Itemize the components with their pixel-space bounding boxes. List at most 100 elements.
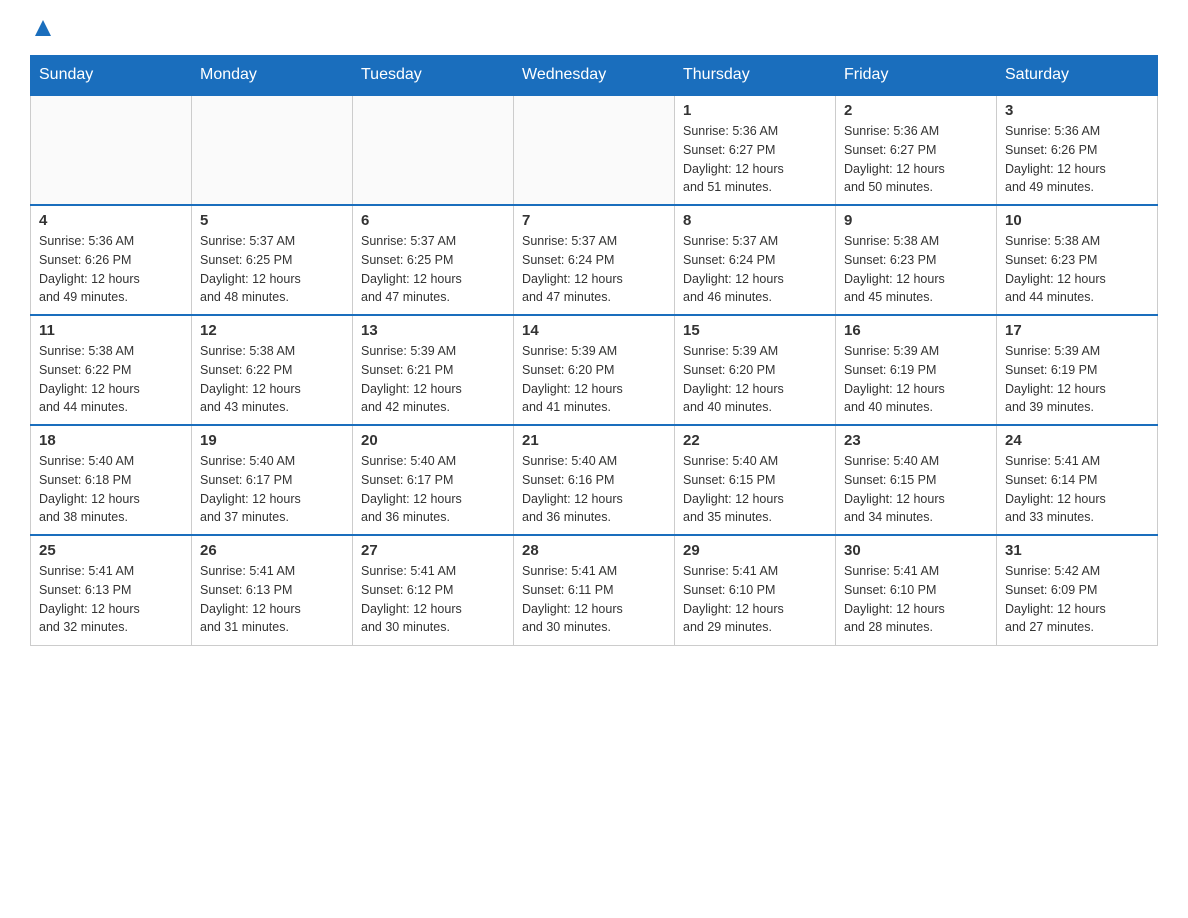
day-info: Sunrise: 5:37 AM Sunset: 6:24 PM Dayligh…	[683, 232, 827, 307]
calendar-cell: 10 Sunrise: 5:38 AM Sunset: 6:23 PM Dayli…	[997, 205, 1158, 315]
day-info: Sunrise: 5:40 AM Sunset: 6:15 PM Dayligh…	[683, 452, 827, 527]
logo-triangle-icon	[33, 18, 53, 43]
calendar-header-saturday: Saturday	[997, 56, 1158, 96]
day-info: Sunrise: 5:37 AM Sunset: 6:24 PM Dayligh…	[522, 232, 666, 307]
day-number: 27	[361, 542, 505, 559]
day-number: 25	[39, 542, 183, 559]
day-number: 24	[1005, 432, 1149, 449]
day-info: Sunrise: 5:42 AM Sunset: 6:09 PM Dayligh…	[1005, 562, 1149, 637]
day-info: Sunrise: 5:36 AM Sunset: 6:26 PM Dayligh…	[39, 232, 183, 307]
day-info: Sunrise: 5:40 AM Sunset: 6:16 PM Dayligh…	[522, 452, 666, 527]
calendar-week-row: 11 Sunrise: 5:38 AM Sunset: 6:22 PM Dayli…	[31, 315, 1158, 425]
day-number: 1	[683, 102, 827, 119]
day-info: Sunrise: 5:40 AM Sunset: 6:18 PM Dayligh…	[39, 452, 183, 527]
day-info: Sunrise: 5:37 AM Sunset: 6:25 PM Dayligh…	[200, 232, 344, 307]
calendar-cell: 22 Sunrise: 5:40 AM Sunset: 6:15 PM Dayli…	[675, 425, 836, 535]
calendar-header-friday: Friday	[836, 56, 997, 96]
calendar-cell: 31 Sunrise: 5:42 AM Sunset: 6:09 PM Dayli…	[997, 535, 1158, 645]
day-info: Sunrise: 5:39 AM Sunset: 6:20 PM Dayligh…	[522, 342, 666, 417]
day-number: 15	[683, 322, 827, 339]
day-number: 28	[522, 542, 666, 559]
day-info: Sunrise: 5:37 AM Sunset: 6:25 PM Dayligh…	[361, 232, 505, 307]
calendar-cell: 21Sunrise: 5:40 AM Sunset: 6:16 PM Dayli…	[514, 425, 675, 535]
day-number: 16	[844, 322, 988, 339]
calendar-cell: 7 Sunrise: 5:37 AM Sunset: 6:24 PM Daylig…	[514, 205, 675, 315]
calendar-cell: 11 Sunrise: 5:38 AM Sunset: 6:22 PM Dayli…	[31, 315, 192, 425]
day-number: 18	[39, 432, 183, 449]
day-number: 26	[200, 542, 344, 559]
calendar-cell: 30Sunrise: 5:41 AM Sunset: 6:10 PM Dayli…	[836, 535, 997, 645]
calendar-cell: 1 Sunrise: 5:36 AM Sunset: 6:27 PM Daylig…	[675, 95, 836, 205]
day-number: 13	[361, 322, 505, 339]
day-info: Sunrise: 5:41 AM Sunset: 6:10 PM Dayligh…	[844, 562, 988, 637]
day-number: 9	[844, 212, 988, 229]
calendar-week-row: 25 Sunrise: 5:41 AM Sunset: 6:13 PM Dayli…	[31, 535, 1158, 645]
day-info: Sunrise: 5:36 AM Sunset: 6:26 PM Dayligh…	[1005, 122, 1149, 197]
day-info: Sunrise: 5:40 AM Sunset: 6:15 PM Dayligh…	[844, 452, 988, 527]
day-number: 14	[522, 322, 666, 339]
page-header	[30, 20, 1158, 45]
day-info: Sunrise: 5:36 AM Sunset: 6:27 PM Dayligh…	[844, 122, 988, 197]
calendar-cell	[192, 95, 353, 205]
day-info: Sunrise: 5:41 AM Sunset: 6:12 PM Dayligh…	[361, 562, 505, 637]
day-number: 17	[1005, 322, 1149, 339]
day-info: Sunrise: 5:38 AM Sunset: 6:23 PM Dayligh…	[1005, 232, 1149, 307]
calendar-week-row: 4Sunrise: 5:36 AM Sunset: 6:26 PM Daylig…	[31, 205, 1158, 315]
calendar-header-thursday: Thursday	[675, 56, 836, 96]
calendar-cell: 9Sunrise: 5:38 AM Sunset: 6:23 PM Daylig…	[836, 205, 997, 315]
calendar-table: SundayMondayTuesdayWednesdayThursdayFrid…	[30, 55, 1158, 646]
day-number: 7	[522, 212, 666, 229]
calendar-header-wednesday: Wednesday	[514, 56, 675, 96]
day-info: Sunrise: 5:36 AM Sunset: 6:27 PM Dayligh…	[683, 122, 827, 197]
day-info: Sunrise: 5:41 AM Sunset: 6:11 PM Dayligh…	[522, 562, 666, 637]
day-number: 10	[1005, 212, 1149, 229]
day-number: 22	[683, 432, 827, 449]
day-info: Sunrise: 5:41 AM Sunset: 6:14 PM Dayligh…	[1005, 452, 1149, 527]
calendar-cell: 4Sunrise: 5:36 AM Sunset: 6:26 PM Daylig…	[31, 205, 192, 315]
day-info: Sunrise: 5:40 AM Sunset: 6:17 PM Dayligh…	[200, 452, 344, 527]
day-info: Sunrise: 5:39 AM Sunset: 6:19 PM Dayligh…	[844, 342, 988, 417]
calendar-cell: 29 Sunrise: 5:41 AM Sunset: 6:10 PM Dayli…	[675, 535, 836, 645]
day-number: 29	[683, 542, 827, 559]
day-info: Sunrise: 5:39 AM Sunset: 6:19 PM Dayligh…	[1005, 342, 1149, 417]
day-info: Sunrise: 5:41 AM Sunset: 6:13 PM Dayligh…	[39, 562, 183, 637]
calendar-cell	[514, 95, 675, 205]
calendar-week-row: 1 Sunrise: 5:36 AM Sunset: 6:27 PM Daylig…	[31, 95, 1158, 205]
logo	[30, 20, 53, 45]
day-info: Sunrise: 5:39 AM Sunset: 6:20 PM Dayligh…	[683, 342, 827, 417]
calendar-cell: 12 Sunrise: 5:38 AM Sunset: 6:22 PM Dayli…	[192, 315, 353, 425]
day-number: 31	[1005, 542, 1149, 559]
day-number: 11	[39, 322, 183, 339]
day-number: 12	[200, 322, 344, 339]
calendar-cell	[353, 95, 514, 205]
calendar-cell: 15 Sunrise: 5:39 AM Sunset: 6:20 PM Dayli…	[675, 315, 836, 425]
day-info: Sunrise: 5:39 AM Sunset: 6:21 PM Dayligh…	[361, 342, 505, 417]
calendar-header-sunday: Sunday	[31, 56, 192, 96]
calendar-cell: 13 Sunrise: 5:39 AM Sunset: 6:21 PM Dayli…	[353, 315, 514, 425]
calendar-cell: 2 Sunrise: 5:36 AM Sunset: 6:27 PM Daylig…	[836, 95, 997, 205]
day-number: 3	[1005, 102, 1149, 119]
day-number: 19	[200, 432, 344, 449]
calendar-header-tuesday: Tuesday	[353, 56, 514, 96]
day-info: Sunrise: 5:38 AM Sunset: 6:22 PM Dayligh…	[39, 342, 183, 417]
calendar-cell	[31, 95, 192, 205]
calendar-week-row: 18 Sunrise: 5:40 AM Sunset: 6:18 PM Dayli…	[31, 425, 1158, 535]
calendar-cell: 8Sunrise: 5:37 AM Sunset: 6:24 PM Daylig…	[675, 205, 836, 315]
calendar-cell: 6 Sunrise: 5:37 AM Sunset: 6:25 PM Daylig…	[353, 205, 514, 315]
calendar-header-row: SundayMondayTuesdayWednesdayThursdayFrid…	[31, 56, 1158, 96]
day-number: 6	[361, 212, 505, 229]
calendar-cell: 23Sunrise: 5:40 AM Sunset: 6:15 PM Dayli…	[836, 425, 997, 535]
calendar-header-monday: Monday	[192, 56, 353, 96]
day-info: Sunrise: 5:38 AM Sunset: 6:22 PM Dayligh…	[200, 342, 344, 417]
day-info: Sunrise: 5:40 AM Sunset: 6:17 PM Dayligh…	[361, 452, 505, 527]
calendar-cell: 28 Sunrise: 5:41 AM Sunset: 6:11 PM Dayli…	[514, 535, 675, 645]
day-info: Sunrise: 5:41 AM Sunset: 6:13 PM Dayligh…	[200, 562, 344, 637]
calendar-cell: 27 Sunrise: 5:41 AM Sunset: 6:12 PM Dayli…	[353, 535, 514, 645]
day-number: 2	[844, 102, 988, 119]
calendar-cell: 18 Sunrise: 5:40 AM Sunset: 6:18 PM Dayli…	[31, 425, 192, 535]
calendar-cell: 19 Sunrise: 5:40 AM Sunset: 6:17 PM Dayli…	[192, 425, 353, 535]
calendar-cell: 17 Sunrise: 5:39 AM Sunset: 6:19 PM Dayli…	[997, 315, 1158, 425]
day-info: Sunrise: 5:41 AM Sunset: 6:10 PM Dayligh…	[683, 562, 827, 637]
calendar-cell: 20Sunrise: 5:40 AM Sunset: 6:17 PM Dayli…	[353, 425, 514, 535]
calendar-cell: 5Sunrise: 5:37 AM Sunset: 6:25 PM Daylig…	[192, 205, 353, 315]
